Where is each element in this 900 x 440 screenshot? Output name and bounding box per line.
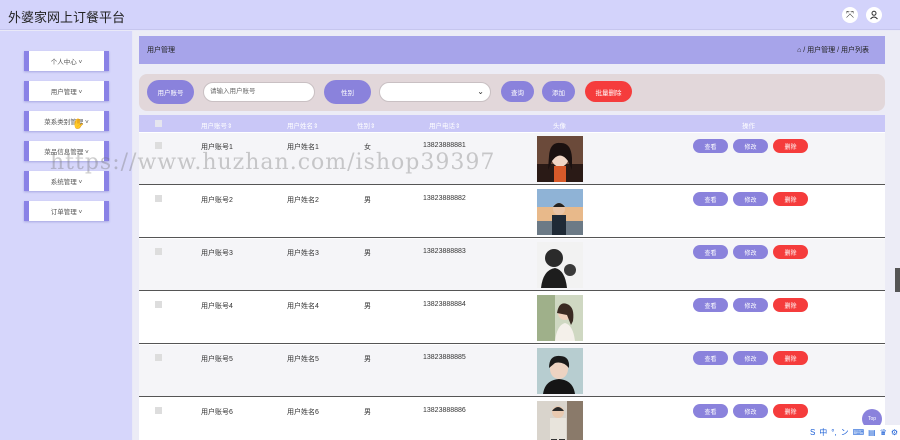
chevron-down-icon: ⌄ [477, 87, 484, 96]
edit-button[interactable]: 修改 [733, 192, 768, 206]
table-row: 用户账号2 用户姓名2 男 13823888882 查看 修改 删除 [139, 186, 885, 238]
delete-button[interactable]: 删除 [773, 139, 808, 153]
table-header: 用户账号⇕ 用户姓名⇕ 性别⇕ 用户电话⇕ 头像 操作 [139, 115, 885, 132]
avatar [537, 242, 583, 288]
cell-phone: 13823888883 [423, 248, 466, 255]
header-gender[interactable]: 性别⇕ [357, 120, 375, 130]
app-title: 外婆家网上订餐平台 [8, 10, 126, 25]
header-phone[interactable]: 用户电话⇕ [429, 120, 460, 130]
row-checkbox[interactable] [155, 301, 162, 308]
ime-handwriting-icon[interactable]: ン [841, 427, 849, 438]
row-checkbox[interactable] [155, 407, 162, 414]
add-button[interactable]: 添加 [542, 81, 575, 102]
gender-label: 性别 [324, 80, 371, 104]
ime-punctuation-icon[interactable]: °, [831, 428, 836, 437]
user-icon[interactable] [866, 7, 882, 23]
avatar [537, 348, 583, 394]
cell-name: 用户姓名6 [287, 409, 319, 416]
watermark: https://www.huzhan.com/ishop39397 [50, 150, 496, 175]
gender-select[interactable]: ⌄ [379, 82, 491, 102]
breadcrumb[interactable]: ⌂ / 用户管理 / 用户列表 [797, 45, 869, 55]
header-actions: 操作 [742, 123, 755, 130]
cell-account: 用户账号3 [201, 250, 233, 257]
mouse-cursor-icon: ✋ [72, 119, 85, 130]
table-row: 用户账号6 用户姓名6 男 13823888886 查看 修改 删除 [139, 398, 885, 440]
account-search-input[interactable]: 请输入用户账号 [203, 82, 315, 102]
cell-account: 用户账号4 [201, 303, 233, 310]
view-button[interactable]: 查看 [693, 298, 728, 312]
ime-toolbox-icon[interactable]: ▤ [868, 428, 876, 437]
edit-button[interactable]: 修改 [733, 245, 768, 259]
avatar [537, 401, 583, 440]
cell-account: 用户账号2 [201, 197, 233, 204]
cell-gender: 男 [364, 197, 371, 204]
cell-gender: 男 [364, 356, 371, 363]
delete-button[interactable]: 删除 [773, 351, 808, 365]
cell-name: 用户姓名4 [287, 303, 319, 310]
sidebar-item-personal-center[interactable]: 个人中心 ˅ [24, 51, 109, 71]
table-row: 用户账号3 用户姓名3 男 13823888883 查看 修改 删除 [139, 239, 885, 291]
sidebar-item-order-management[interactable]: 订单管理 ˅ [24, 201, 109, 221]
select-all-checkbox[interactable] [155, 120, 162, 127]
main-content: 用户管理 ⌂ / 用户管理 / 用户列表 用户账号 请输入用户账号 性别 ⌄ 查… [133, 31, 900, 440]
cell-phone: 13823888884 [423, 301, 466, 308]
query-button[interactable]: 查询 [501, 81, 534, 102]
avatar [537, 189, 583, 235]
ime-keyboard-icon[interactable]: ⌨ [853, 428, 865, 437]
view-button[interactable]: 查看 [693, 139, 728, 153]
cell-account: 用户账号5 [201, 356, 233, 363]
batch-delete-button[interactable]: 批量删除 [585, 81, 632, 102]
delete-button[interactable]: 删除 [773, 192, 808, 206]
sidebar-item-cuisine-category[interactable]: 菜系类别管理 ˅ [24, 111, 109, 131]
table-row: 用户账号4 用户姓名4 男 13823888884 查看 修改 删除 [139, 292, 885, 344]
header-account[interactable]: 用户账号⇕ [201, 120, 232, 130]
cell-name: 用户姓名2 [287, 197, 319, 204]
avatar [537, 136, 583, 182]
row-checkbox[interactable] [155, 354, 162, 361]
cell-gender: 男 [364, 303, 371, 310]
cell-account: 用户账号6 [201, 409, 233, 416]
edit-button[interactable]: 修改 [733, 404, 768, 418]
ime-logo-icon[interactable]: S [810, 428, 815, 437]
view-button[interactable]: 查看 [693, 192, 728, 206]
ime-settings-icon[interactable]: ⚙ [891, 428, 898, 437]
cell-gender: 男 [364, 409, 371, 416]
cell-gender: 男 [364, 250, 371, 257]
sidebar: 个人中心 ˅ 用户管理 ˅ 菜系类别管理 ˅ 菜品信息管理 ˅ 系统管理 ˅ 订… [0, 31, 132, 440]
search-bar: 用户账号 请输入用户账号 性别 ⌄ 查询 添加 批量删除 [139, 74, 885, 111]
table-row: 用户账号5 用户姓名5 男 13823888885 查看 修改 删除 [139, 345, 885, 397]
delete-button[interactable]: 删除 [773, 298, 808, 312]
cell-phone: 13823888885 [423, 354, 466, 361]
breadcrumb-bar: 用户管理 ⌂ / 用户管理 / 用户列表 [139, 36, 885, 64]
delete-button[interactable]: 删除 [773, 245, 808, 259]
account-label: 用户账号 [147, 80, 194, 104]
page-title: 用户管理 [147, 47, 175, 54]
delete-button[interactable]: 删除 [773, 404, 808, 418]
row-checkbox[interactable] [155, 195, 162, 202]
edit-button[interactable]: 修改 [733, 139, 768, 153]
ime-toolbar: S 中 °, ン ⌨ ▤ ♛ ⚙ [808, 425, 900, 440]
row-checkbox[interactable] [155, 142, 162, 149]
edit-button[interactable]: 修改 [733, 351, 768, 365]
cell-phone: 13823888886 [423, 407, 466, 414]
cell-phone: 13823888882 [423, 195, 466, 202]
ime-language-icon[interactable]: 中 [819, 427, 827, 438]
ime-skin-icon[interactable]: ♛ [880, 428, 887, 437]
header-avatar: 头像 [553, 123, 566, 130]
cell-phone: 13823888881 [423, 142, 466, 149]
top-bar: 外婆家网上订餐平台 ⤧ [0, 0, 900, 30]
header-name[interactable]: 用户姓名⇕ [287, 120, 318, 130]
side-tab[interactable] [895, 268, 900, 292]
view-button[interactable]: 查看 [693, 245, 728, 259]
view-button[interactable]: 查看 [693, 404, 728, 418]
avatar [537, 295, 583, 341]
sidebar-item-user-management[interactable]: 用户管理 ˅ [24, 81, 109, 101]
row-checkbox[interactable] [155, 248, 162, 255]
view-button[interactable]: 查看 [693, 351, 728, 365]
cell-name: 用户姓名5 [287, 356, 319, 363]
expand-icon[interactable]: ⤧ [842, 7, 858, 23]
edit-button[interactable]: 修改 [733, 298, 768, 312]
cell-name: 用户姓名3 [287, 250, 319, 257]
